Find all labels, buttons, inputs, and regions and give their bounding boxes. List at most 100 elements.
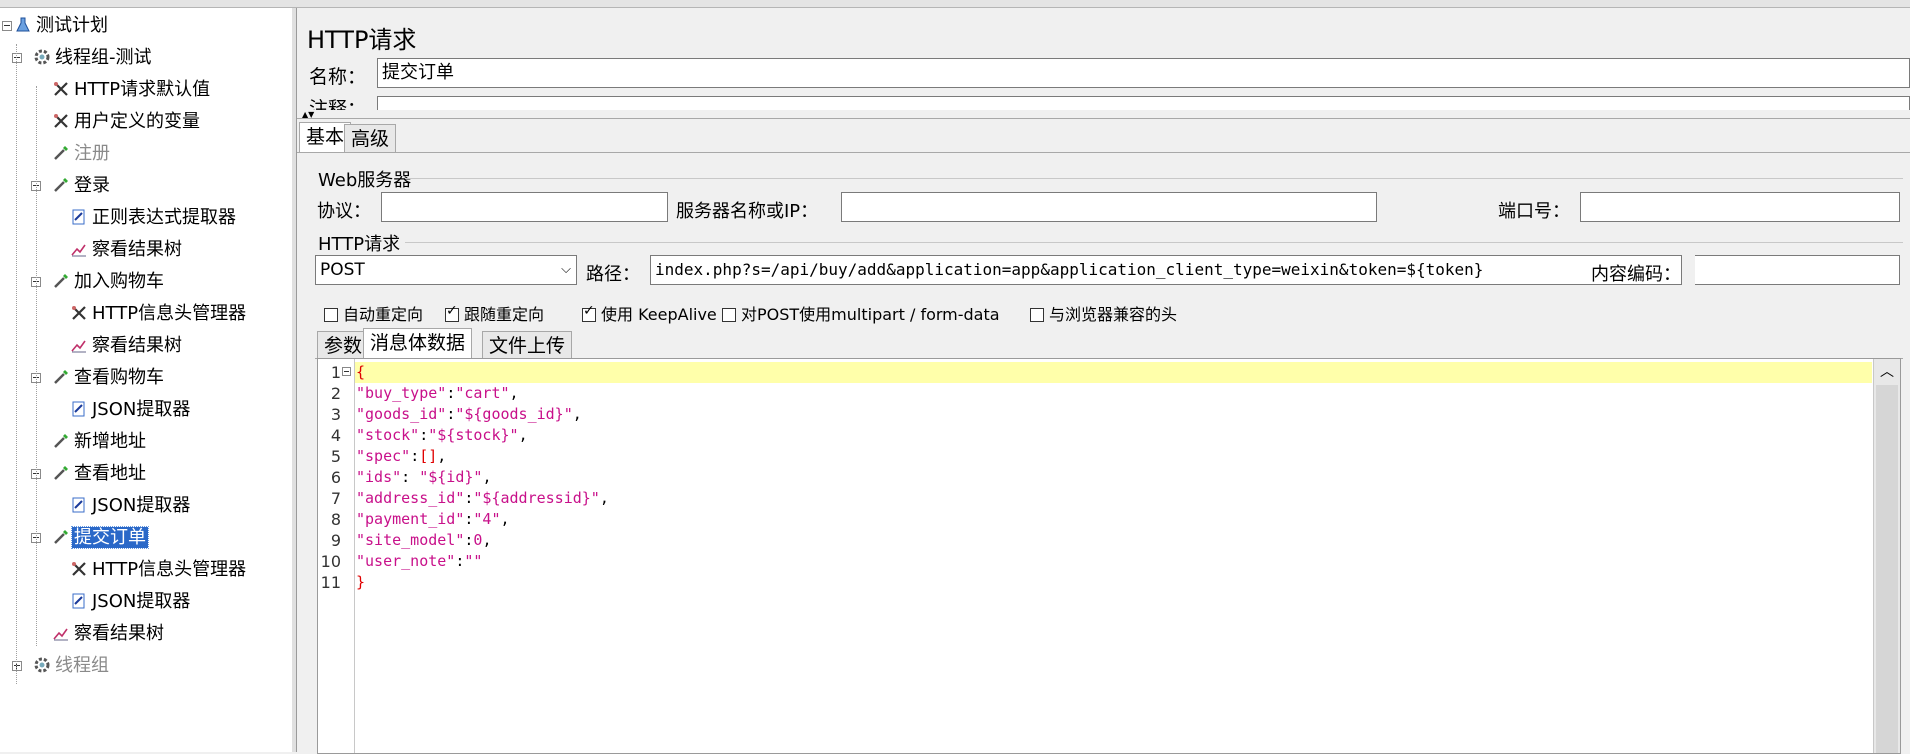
- checkbox-unchecked-icon[interactable]: [324, 308, 338, 322]
- tree-node[interactable]: 线程组: [33, 651, 111, 681]
- extractor-icon: [70, 203, 90, 233]
- code-line[interactable]: "spec":[],: [356, 446, 446, 467]
- tree-guide-line: [16, 44, 17, 684]
- pipette-icon: [52, 139, 72, 169]
- tree-node[interactable]: 查看地址: [52, 459, 148, 489]
- tree-node-label: 提交订单: [71, 526, 149, 549]
- name-field[interactable]: 提交订单: [377, 58, 1910, 88]
- pipette-icon: [52, 363, 72, 393]
- tree-node-label: HTTP信息头管理器: [92, 559, 247, 580]
- checkbox-checked-icon[interactable]: [445, 303, 459, 322]
- test-plan-tree[interactable]: 测试计划 线程组-测试 HTTP请求默认值 用户定义的变量 注册 登录 正则表达式提取器 察看…: [0, 8, 293, 752]
- tree-node[interactable]: 线程组-测试: [33, 43, 154, 73]
- tree-node[interactable]: 正则表达式提取器: [70, 203, 238, 233]
- tree-node[interactable]: 察看结果树: [52, 619, 166, 649]
- divider: [297, 118, 1910, 119]
- code-line[interactable]: "site_model":0,: [356, 530, 491, 551]
- code-line[interactable]: "address_id":"${addressid}",: [356, 488, 609, 509]
- tree-node[interactable]: 用户定义的变量: [52, 107, 202, 137]
- pipette-icon: [52, 171, 72, 201]
- option-checkbox[interactable]: 与浏览器兼容的头: [1030, 301, 1177, 325]
- body-data-editor[interactable]: 1 2 3 4 5 6 7 8 9 10 11 {"buy_type":"cart", "goods_…: [317, 358, 1901, 754]
- tree-node-label: 察看结果树: [74, 623, 164, 644]
- checkbox-checked-icon[interactable]: [582, 303, 596, 322]
- tree-node-label: JSON提取器: [92, 591, 191, 612]
- tree-node-label: JSON提取器: [92, 399, 191, 420]
- tree-node[interactable]: HTTP请求默认值: [52, 75, 212, 105]
- option-checkbox[interactable]: 自动重定向: [324, 301, 423, 325]
- checkbox-unchecked-icon[interactable]: [722, 308, 736, 322]
- tree-node[interactable]: JSON提取器: [70, 491, 192, 521]
- tree-node[interactable]: 提交订单: [52, 523, 149, 553]
- server-label: 服务器名称或IP：: [676, 201, 819, 222]
- collapse-toggle-icon[interactable]: [2, 21, 12, 31]
- tree-node[interactable]: 测试计划: [14, 11, 110, 41]
- wrench-icon: [52, 107, 72, 137]
- server-field[interactable]: [841, 192, 1377, 222]
- tree-node[interactable]: HTTP信息头管理器: [70, 299, 248, 329]
- path-field[interactable]: index.php?s=/api/buy/add&application=app…: [650, 255, 1682, 285]
- http-request-legend: HTTP请求: [318, 234, 401, 255]
- collapse-toggle-icon[interactable]: [12, 53, 22, 63]
- tab-body-data[interactable]: 消息体数据: [363, 328, 473, 358]
- option-checkbox[interactable]: 对POST使用multipart / form-data: [722, 301, 1000, 325]
- line-number-gutter: 1 2 3 4 5 6 7 8 9 10 11: [318, 359, 355, 753]
- code-line[interactable]: "goods_id":"${goods_id}",: [356, 404, 582, 425]
- tab-file-upload[interactable]: 文件上传: [482, 331, 573, 358]
- expand-toggle-icon[interactable]: [12, 661, 22, 671]
- tab-advanced[interactable]: 高级: [344, 124, 397, 152]
- code-line[interactable]: "buy_type":"cart",: [356, 383, 519, 404]
- fold-icon[interactable]: [342, 367, 351, 376]
- extractor-icon: [70, 395, 90, 425]
- group-border: [405, 178, 1903, 179]
- code-line[interactable]: }: [356, 572, 365, 593]
- tree-guide-line: [36, 86, 37, 646]
- chart-icon: [70, 235, 90, 265]
- chart-icon: [52, 619, 72, 649]
- pipette-icon: [52, 427, 72, 457]
- protocol-field[interactable]: [381, 192, 668, 222]
- tree-node-label: HTTP请求默认值: [74, 79, 211, 100]
- tree-node[interactable]: 登录: [52, 171, 112, 201]
- tree-node[interactable]: 新增地址: [52, 427, 148, 457]
- port-label: 端口号：: [1498, 201, 1570, 222]
- tree-node[interactable]: 察看结果树: [70, 331, 184, 361]
- scroll-up-icon[interactable]: ︿: [1880, 365, 1894, 379]
- line-number: 9: [330, 531, 341, 550]
- tree-node[interactable]: 注册: [52, 139, 112, 169]
- panel-title: HTTP请求: [307, 26, 417, 54]
- line-number: 8: [330, 510, 341, 529]
- group-border: [405, 242, 1903, 243]
- method-select[interactable]: POST ⌵: [315, 255, 577, 285]
- tree-node[interactable]: 加入购物车: [52, 267, 166, 297]
- tab-parameters[interactable]: 参数: [317, 331, 370, 358]
- tree-node-label: 注册: [74, 143, 110, 164]
- code-line[interactable]: "payment_id":"4",: [356, 509, 510, 530]
- line-number: 1: [330, 363, 341, 382]
- gear-icon: [33, 651, 53, 681]
- tree-node[interactable]: JSON提取器: [70, 587, 192, 617]
- line-number: 2: [330, 384, 341, 403]
- chevron-down-icon: ⌵: [561, 262, 571, 277]
- extractor-icon: [70, 491, 90, 521]
- encoding-field[interactable]: [1694, 255, 1900, 285]
- option-checkbox[interactable]: 使用 KeepAlive: [582, 301, 717, 325]
- checkbox-unchecked-icon[interactable]: [1030, 308, 1044, 322]
- code-line[interactable]: {: [356, 362, 365, 383]
- option-checkbox[interactable]: 跟随重定向: [445, 301, 544, 325]
- vertical-scrollbar[interactable]: ︿: [1873, 359, 1900, 753]
- scrollbar-thumb[interactable]: [1876, 385, 1898, 753]
- tree-node[interactable]: HTTP信息头管理器: [70, 555, 248, 585]
- code-line[interactable]: "user_note":"": [356, 551, 482, 572]
- port-field[interactable]: [1580, 192, 1900, 222]
- tree-node[interactable]: 察看结果树: [70, 235, 184, 265]
- line-number: 3: [330, 405, 341, 424]
- tree-node[interactable]: 查看购物车: [52, 363, 166, 393]
- comment-field[interactable]: [377, 96, 1910, 110]
- code-line[interactable]: "ids": "${id}",: [356, 467, 491, 488]
- wrench-icon: [70, 299, 90, 329]
- gear-icon: [33, 43, 53, 73]
- code-line[interactable]: "stock":"${stock}",: [356, 425, 528, 446]
- line-number: 6: [330, 468, 341, 487]
- tree-node[interactable]: JSON提取器: [70, 395, 192, 425]
